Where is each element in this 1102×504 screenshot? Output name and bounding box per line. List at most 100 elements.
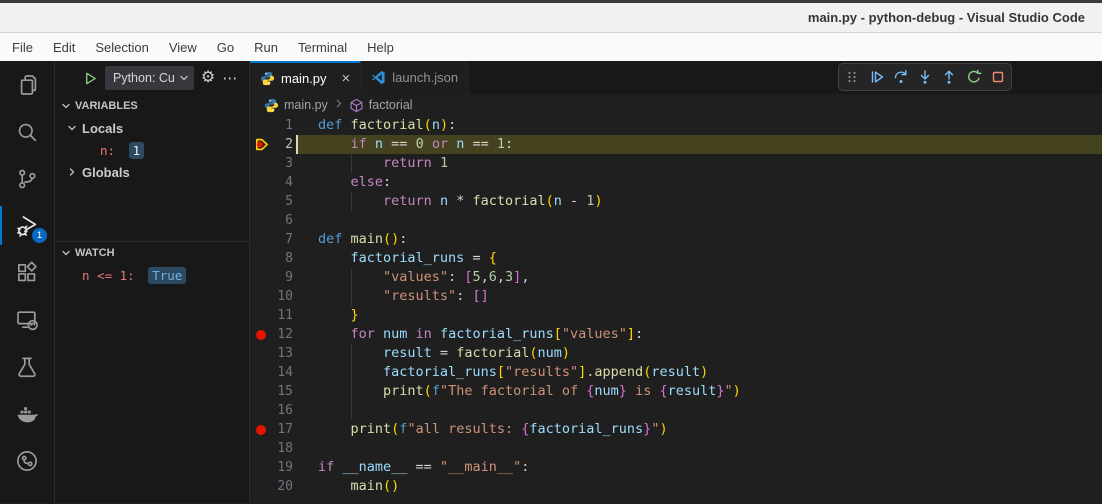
breadcrumb-file[interactable]: main.py bbox=[264, 98, 328, 113]
restart-button[interactable] bbox=[963, 66, 985, 88]
gear-icon[interactable]: ⚙ bbox=[201, 70, 215, 86]
locals-tree-item[interactable]: Locals bbox=[55, 117, 249, 139]
step-over-button[interactable] bbox=[890, 66, 912, 88]
menu-item-terminal[interactable]: Terminal bbox=[288, 33, 357, 61]
line-content[interactable]: def factorial(n): bbox=[296, 116, 1102, 135]
line-content[interactable]: for num in factorial_runs["values"]: bbox=[296, 325, 1102, 344]
menu-item-go[interactable]: Go bbox=[207, 33, 244, 61]
code-line-1[interactable]: 1 def factorial(n): bbox=[250, 116, 1102, 135]
line-content[interactable]: return 1 bbox=[296, 154, 1102, 173]
menu-item-view[interactable]: View bbox=[159, 33, 207, 61]
activity-item-extensions[interactable] bbox=[0, 249, 54, 296]
breakpoint-margin[interactable] bbox=[250, 211, 272, 230]
grip-button[interactable] bbox=[841, 66, 863, 88]
code-line-15[interactable]: 15 print(f"The factorial of {num} is {re… bbox=[250, 382, 1102, 401]
breakpoint-margin[interactable] bbox=[250, 401, 272, 420]
breakpoint-margin[interactable] bbox=[250, 268, 272, 287]
line-content[interactable]: "results": [] bbox=[296, 287, 1102, 306]
menu-item-run[interactable]: Run bbox=[244, 33, 288, 61]
code-line-9[interactable]: 9 "values": [5,6,3], bbox=[250, 268, 1102, 287]
continue-button[interactable] bbox=[866, 66, 888, 88]
code-line-18[interactable]: 18 bbox=[250, 439, 1102, 458]
code-line-12[interactable]: 12 for num in factorial_runs["values"]: bbox=[250, 325, 1102, 344]
code-line-6[interactable]: 6 bbox=[250, 211, 1102, 230]
activity-item-testing[interactable] bbox=[0, 343, 54, 390]
breakpoint-margin[interactable] bbox=[250, 344, 272, 363]
activity-item-run-and-debug[interactable]: 1 bbox=[0, 202, 54, 249]
breakpoint-margin[interactable] bbox=[250, 458, 272, 477]
breakpoint-margin[interactable] bbox=[250, 116, 272, 135]
code-line-16[interactable]: 16 bbox=[250, 401, 1102, 420]
code-line-4[interactable]: 4 else: bbox=[250, 173, 1102, 192]
breakpoint-icon[interactable] bbox=[250, 325, 272, 344]
code-line-7[interactable]: 7 def main(): bbox=[250, 230, 1102, 249]
breakpoint-margin[interactable] bbox=[250, 382, 272, 401]
tab-main.py[interactable]: main.py × bbox=[250, 61, 362, 94]
activity-item-explorer[interactable] bbox=[0, 61, 54, 108]
line-content[interactable]: if n == 0 or n == 1: bbox=[296, 135, 1102, 154]
line-content[interactable]: factorial_runs = { bbox=[296, 249, 1102, 268]
breakpoint-icon[interactable] bbox=[250, 420, 272, 439]
line-content[interactable]: "values": [5,6,3], bbox=[296, 268, 1102, 287]
breakpoint-margin[interactable] bbox=[250, 363, 272, 382]
more-actions-icon[interactable]: ⋯ bbox=[222, 69, 238, 87]
line-content[interactable]: print(f"all results: {factorial_runs}") bbox=[296, 420, 1102, 439]
menu-item-edit[interactable]: Edit bbox=[43, 33, 85, 61]
line-content[interactable]: if __name__ == "__main__": bbox=[296, 458, 1102, 477]
code-line-3[interactable]: 3 return 1 bbox=[250, 154, 1102, 173]
variables-section-header[interactable]: VARIABLES bbox=[55, 95, 249, 117]
menu-item-file[interactable]: File bbox=[2, 33, 43, 61]
line-content[interactable]: factorial_runs["results"].append(result) bbox=[296, 363, 1102, 382]
breakpoint-margin[interactable] bbox=[250, 287, 272, 306]
breakpoint-margin[interactable] bbox=[250, 192, 272, 211]
code-line-11[interactable]: 11 } bbox=[250, 306, 1102, 325]
code-line-19[interactable]: 19 if __name__ == "__main__": bbox=[250, 458, 1102, 477]
line-content[interactable]: return n * factorial(n - 1) bbox=[296, 192, 1102, 211]
line-content[interactable]: else: bbox=[296, 173, 1102, 192]
breakpoint-margin[interactable] bbox=[250, 439, 272, 458]
breakpoint-margin[interactable] bbox=[250, 154, 272, 173]
code-editor[interactable]: 1 def factorial(n): 2 if n == 0 or n == 1:… bbox=[250, 116, 1102, 503]
code-line-14[interactable]: 14 factorial_runs["results"].append(resu… bbox=[250, 363, 1102, 382]
close-icon[interactable]: × bbox=[342, 70, 351, 87]
activity-item-remote-explorer[interactable] bbox=[0, 296, 54, 343]
activity-item-docker[interactable] bbox=[0, 390, 54, 437]
tab-launch.json[interactable]: launch.json bbox=[361, 61, 470, 94]
code-line-2[interactable]: 2 if n == 0 or n == 1: bbox=[250, 135, 1102, 154]
code-line-8[interactable]: 8 factorial_runs = { bbox=[250, 249, 1102, 268]
variable-row[interactable]: n: 1 bbox=[55, 139, 249, 161]
activity-item-source-control[interactable] bbox=[0, 155, 54, 202]
watch-section-header[interactable]: WATCH bbox=[55, 242, 249, 264]
start-debug-button[interactable] bbox=[83, 71, 98, 86]
step-out-button[interactable] bbox=[938, 66, 960, 88]
breakpoint-margin[interactable] bbox=[250, 249, 272, 268]
code-line-17[interactable]: 17 print(f"all results: {factorial_runs}… bbox=[250, 420, 1102, 439]
breadcrumb-symbol[interactable]: factorial bbox=[349, 98, 413, 113]
line-content[interactable] bbox=[296, 211, 1102, 230]
step-into-button[interactable] bbox=[914, 66, 936, 88]
breakpoint-margin[interactable] bbox=[250, 173, 272, 192]
code-line-13[interactable]: 13 result = factorial(num) bbox=[250, 344, 1102, 363]
line-content[interactable] bbox=[296, 401, 1102, 420]
current-frame-breakpoint-icon[interactable] bbox=[250, 135, 272, 154]
line-content[interactable]: } bbox=[296, 306, 1102, 325]
breakpoint-margin[interactable] bbox=[250, 306, 272, 325]
activity-item-search[interactable] bbox=[0, 108, 54, 155]
line-content[interactable]: def main(): bbox=[296, 230, 1102, 249]
line-content[interactable]: print(f"The factorial of {num} is {resul… bbox=[296, 382, 1102, 401]
menu-item-selection[interactable]: Selection bbox=[85, 33, 158, 61]
line-content[interactable]: result = factorial(num) bbox=[296, 344, 1102, 363]
line-content[interactable]: main() bbox=[296, 477, 1102, 496]
line-content[interactable] bbox=[296, 439, 1102, 458]
code-line-20[interactable]: 20 main() bbox=[250, 477, 1102, 496]
debug-config-dropdown[interactable]: Python: Cu bbox=[105, 66, 194, 90]
watch-expression-row[interactable]: n <= 1: True bbox=[55, 264, 249, 286]
code-line-5[interactable]: 5 return n * factorial(n - 1) bbox=[250, 192, 1102, 211]
menu-item-help[interactable]: Help bbox=[357, 33, 404, 61]
code-line-10[interactable]: 10 "results": [] bbox=[250, 287, 1102, 306]
activity-item-git-graph[interactable] bbox=[0, 437, 54, 484]
globals-tree-item[interactable]: Globals bbox=[55, 161, 249, 183]
breakpoint-margin[interactable] bbox=[250, 477, 272, 496]
breakpoint-margin[interactable] bbox=[250, 230, 272, 249]
stop-button[interactable] bbox=[987, 66, 1009, 88]
